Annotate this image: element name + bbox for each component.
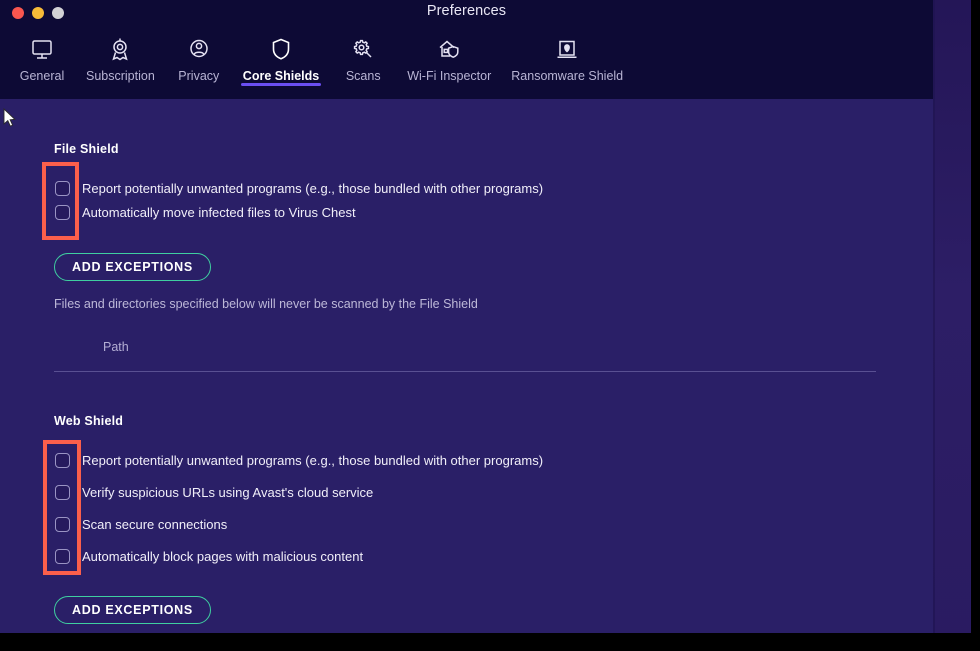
checkbox-label: Automatically block pages with malicious… — [82, 549, 364, 564]
tab-scans[interactable]: Scans — [329, 28, 397, 83]
preferences-content: File Shield Report potentially unwanted … — [0, 99, 933, 633]
tab-core-shields[interactable]: Core Shields — [233, 28, 329, 86]
checkbox-label: Automatically move infected files to Vir… — [82, 205, 356, 220]
checkbox-scan-secure-connections[interactable] — [55, 517, 70, 532]
tab-underline — [16, 83, 68, 86]
web-shield-option-row-2[interactable]: Verify suspicious URLs using Avast's clo… — [55, 485, 373, 500]
tab-subscription[interactable]: Subscription — [76, 28, 165, 83]
award-ribbon-icon — [105, 34, 135, 64]
checkbox-label: Verify suspicious URLs using Avast's clo… — [82, 485, 374, 500]
house-shield-icon — [434, 34, 464, 64]
tab-general[interactable]: General — [8, 28, 76, 83]
screen-right-gutter — [971, 0, 980, 651]
tab-label: Scans — [345, 69, 381, 83]
mouse-cursor — [3, 108, 16, 127]
tab-underline — [84, 83, 157, 86]
checkbox-report-pup-web-shield[interactable] — [55, 453, 70, 468]
tab-label: Subscription — [86, 69, 155, 83]
file-shield-option-row-2[interactable]: Automatically move infected files to Vir… — [55, 205, 356, 220]
tab-underline — [337, 83, 389, 86]
checkbox-block-malicious-pages[interactable] — [55, 549, 70, 564]
window-titlebar: Preferences — [0, 0, 933, 28]
screen-bottom-gutter — [0, 633, 980, 651]
checkbox-move-infected-to-virus-chest[interactable] — [55, 205, 70, 220]
tab-underline — [173, 83, 225, 86]
checkbox-label: Report potentially unwanted programs (e.… — [82, 453, 544, 468]
checkbox-label: Scan secure connections — [82, 517, 228, 532]
monitor-icon — [27, 34, 57, 64]
file-shield-option-row-1[interactable]: Report potentially unwanted programs (e.… — [55, 181, 543, 196]
tab-wifi-inspector[interactable]: Wi-Fi Inspector — [397, 28, 501, 83]
file-shield-section-title: File Shield — [54, 142, 119, 156]
tab-label: Core Shields — [242, 69, 320, 83]
window-right-edge — [933, 0, 935, 633]
web-shield-option-row-4[interactable]: Automatically block pages with malicious… — [55, 549, 363, 564]
web-shield-option-row-3[interactable]: Scan secure connections — [55, 517, 227, 532]
checkbox-label: Report potentially unwanted programs (e.… — [82, 181, 544, 196]
tab-ransomware-shield[interactable]: Ransomware Shield — [501, 28, 633, 83]
exceptions-table-divider — [54, 371, 876, 372]
window-title: Preferences — [426, 3, 507, 19]
tab-underline — [509, 83, 625, 86]
file-shield-helper-text: Files and directories specified below wi… — [54, 297, 478, 311]
tab-label: Wi-Fi Inspector — [407, 69, 492, 83]
tab-label: General — [19, 69, 65, 83]
tab-underline — [240, 83, 322, 86]
laptop-lock-icon — [552, 34, 582, 64]
tab-label: Privacy — [178, 69, 220, 83]
tab-label: Ransomware Shield — [511, 69, 624, 83]
exceptions-table-header-path: Path — [103, 340, 129, 354]
tab-privacy[interactable]: Privacy — [165, 28, 233, 83]
person-badge-icon — [184, 34, 214, 64]
file-shield-checkbox-group-highlight — [42, 162, 79, 240]
checkbox-verify-suspicious-urls[interactable] — [55, 485, 70, 500]
shield-icon — [266, 34, 296, 64]
tab-underline — [405, 83, 493, 86]
web-shield-option-row-1[interactable]: Report potentially unwanted programs (e.… — [55, 453, 543, 468]
checkbox-report-pup-file-shield[interactable] — [55, 181, 70, 196]
add-exceptions-button-file-shield[interactable]: ADD EXCEPTIONS — [54, 253, 211, 281]
preferences-window: Preferences General Subscription Privacy… — [0, 0, 933, 633]
add-exceptions-button-web-shield[interactable]: ADD EXCEPTIONS — [54, 596, 211, 624]
magnifier-gear-icon — [348, 34, 378, 64]
web-shield-section-title: Web Shield — [54, 414, 124, 428]
preferences-toolbar: General Subscription Privacy Core Shield… — [0, 28, 933, 99]
